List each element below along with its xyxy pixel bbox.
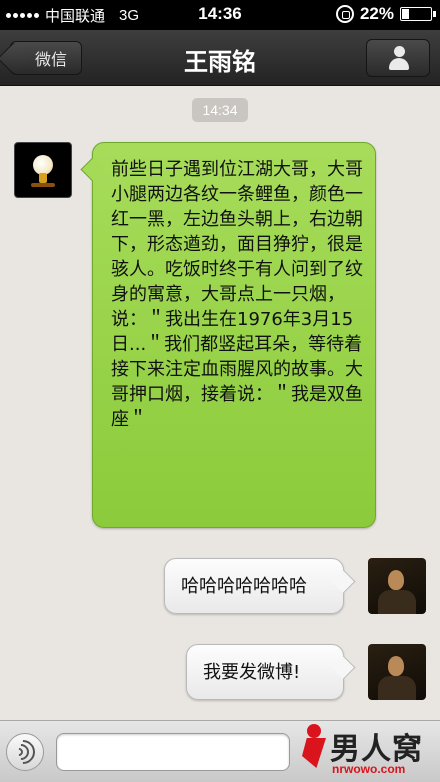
watermark-logo: 男人窝 nrwowo.com [296,722,440,782]
message-bubble-received[interactable]: 前些日子遇到位江湖大哥，大哥小腿两边各纹一条鲤鱼，颜色一红一黑，左边鱼头朝上，右… [92,142,376,528]
message-bubble-sent[interactable]: 我要发微博! [186,644,344,700]
message-bubble-sent[interactable]: 哈哈哈哈哈哈哈 [164,558,344,614]
message-input[interactable] [56,733,290,771]
battery-percentage: 22% [359,4,394,23]
friend-avatar[interactable] [14,142,72,198]
message-text: 前些日子遇到位江湖大哥，大哥小腿两边各纹一条鲤鱼，颜色一红一黑，左边鱼头朝上，右… [111,159,363,430]
watermark-domain: nrwowo.com [332,762,406,776]
nav-bar: 微信 王雨铭 [0,30,440,86]
message-text: 我要发微博! [203,661,301,683]
contact-info-button[interactable] [366,39,430,77]
message-timestamp: 14:34 [192,98,248,122]
voice-wave-icon [6,735,40,769]
rotation-lock-icon [335,5,354,23]
message-text: 哈哈哈哈哈哈哈 [181,575,307,597]
my-avatar[interactable] [368,558,426,614]
status-bar: 中国联通 3G 14:36 22% [0,0,440,30]
voice-input-button[interactable] [6,733,44,771]
battery-icon [400,7,436,21]
logo-figure-icon [302,724,328,776]
person-icon [389,46,409,70]
my-avatar[interactable] [368,644,426,700]
chat-area[interactable]: 14:34 前些日子遇到位江湖大哥，大哥小腿两边各纹一条鲤鱼，颜色一红一黑，左边… [0,86,440,720]
